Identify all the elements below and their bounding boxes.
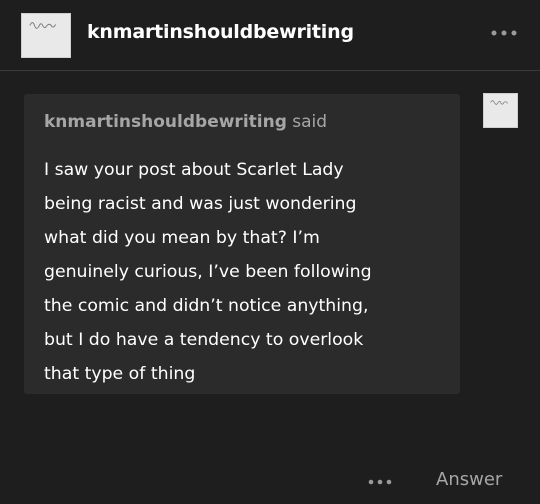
asker-avatar[interactable] xyxy=(483,93,518,128)
ellipsis-icon[interactable] xyxy=(366,474,394,490)
question-line: I saw your post about Scarlet Lady xyxy=(44,160,344,180)
question-line: what did you mean by that? I’m xyxy=(44,228,320,248)
question-line: the comic and didn’t notice anything, xyxy=(44,296,369,316)
ellipsis-icon[interactable] xyxy=(488,24,520,42)
question-line: that type of thing xyxy=(44,364,196,384)
blog-name[interactable]: knmartinshouldbewriting xyxy=(87,21,354,43)
blog-avatar[interactable] xyxy=(21,13,71,58)
answer-button[interactable]: Answer xyxy=(436,469,502,490)
question-line: being racist and was just wondering xyxy=(44,194,357,214)
signature-icon xyxy=(490,100,508,105)
asker-name[interactable]: knmartinshouldbewriting xyxy=(44,112,287,132)
ask-bubble: knmartinshouldbewriting said I saw your … xyxy=(24,94,460,394)
said-label: said xyxy=(292,112,328,132)
question-text: I saw your post about Scarlet Lady being… xyxy=(44,153,454,391)
post-header: knmartinshouldbewriting xyxy=(0,0,540,71)
signature-icon xyxy=(29,22,56,29)
question-line: genuinely curious, I’ve been following xyxy=(44,262,372,282)
asker-line: knmartinshouldbewriting said xyxy=(44,112,327,132)
question-line: but I do have a tendency to overlook xyxy=(44,330,364,350)
